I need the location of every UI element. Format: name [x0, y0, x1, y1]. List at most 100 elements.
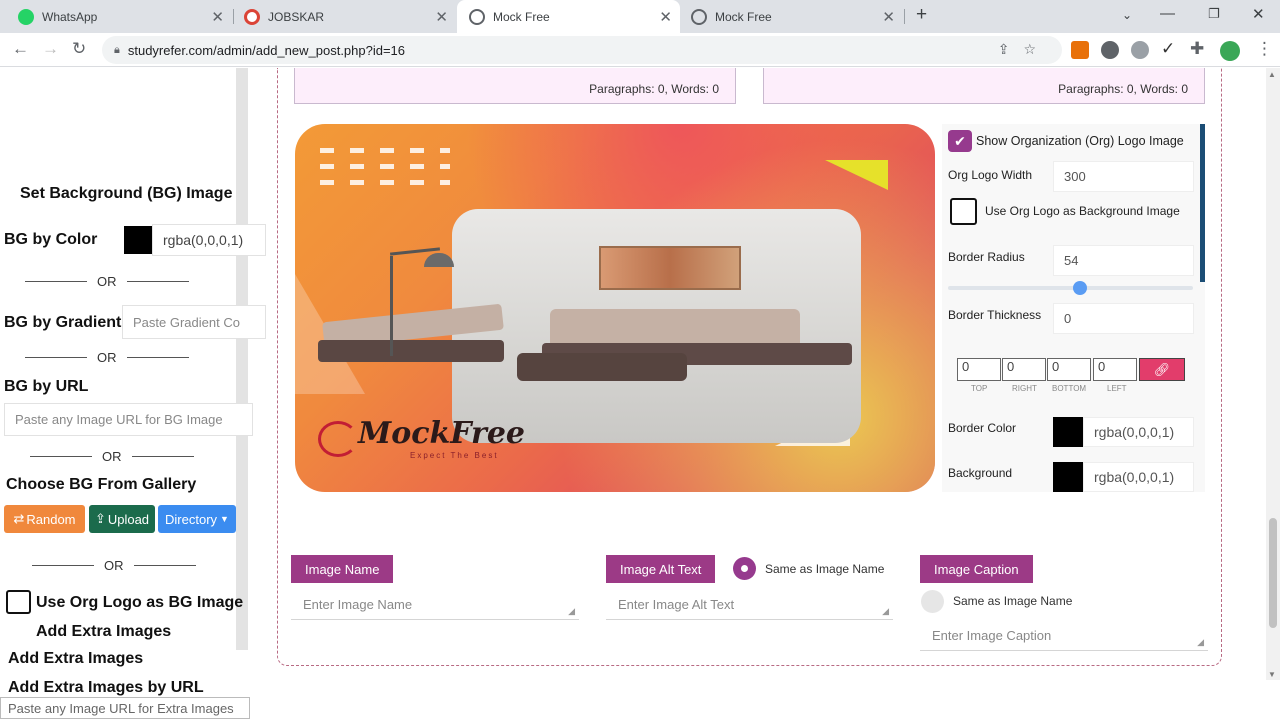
- show-org-logo-checkbox[interactable]: ✔: [948, 130, 972, 152]
- show-org-logo-label: Show Organization (Org) Logo Image: [976, 134, 1184, 148]
- window-close-icon[interactable]: ✕: [1252, 5, 1265, 23]
- or-divider: OR: [25, 274, 189, 289]
- bg-color-swatch[interactable]: [124, 226, 152, 254]
- add-extra-images-label: Add Extra Images: [8, 650, 144, 667]
- tab-title: Mock Free: [715, 9, 772, 24]
- bg-by-color-label: BG by Color: [4, 231, 98, 248]
- logo-tagline: Expect The Best: [410, 451, 499, 460]
- upload-button[interactable]: ⇪ Upload: [89, 505, 155, 533]
- bookmark-star-icon[interactable]: ☆: [1023, 41, 1050, 57]
- logo-text: MockFree: [358, 416, 526, 451]
- close-icon[interactable]: ✕: [211, 8, 224, 26]
- maximize-icon[interactable]: ❐: [1208, 6, 1220, 22]
- border-bottom-input[interactable]: 0: [1047, 358, 1091, 381]
- shuffle-icon: ⇄: [13, 511, 25, 526]
- mockfree-logo-icon: [318, 421, 358, 457]
- yellow-triangle: [825, 160, 888, 190]
- bg-url-input[interactable]: Paste any Image URL for BG Image: [4, 403, 253, 436]
- menu-icon[interactable]: ⋮: [1256, 39, 1273, 59]
- address-bar[interactable]: 🔒︎ studyrefer.com/admin/add_new_post.php…: [102, 36, 1062, 64]
- image-name-button[interactable]: Image Name: [291, 555, 394, 583]
- same-as-name-radio[interactable]: [733, 557, 756, 580]
- tab-mockfree-active[interactable]: Mock Free ✕: [457, 0, 680, 33]
- resize-grip-icon[interactable]: ◢: [1197, 637, 1204, 648]
- link-icon: 🔗︎: [1153, 362, 1171, 377]
- gear-extension-icon[interactable]: [1131, 41, 1149, 59]
- new-tab-icon[interactable]: +: [916, 4, 927, 26]
- check-extension-icon[interactable]: ✓: [1161, 39, 1175, 59]
- close-icon[interactable]: ✕: [882, 8, 895, 26]
- share-icon[interactable]: ⇪: [998, 41, 1024, 57]
- directory-button[interactable]: Directory ▼: [158, 505, 236, 533]
- image-alt-input[interactable]: Enter Image Alt Text ◢: [606, 590, 893, 620]
- org-logo-width-input[interactable]: 300: [1053, 161, 1194, 192]
- border-thickness-input[interactable]: 0: [1053, 303, 1194, 334]
- same-as-name-label: Same as Image Name: [765, 562, 885, 576]
- background-color-input[interactable]: rgba(0,0,0,1): [1083, 462, 1194, 492]
- add-extra-images-title: Add Extra Images: [36, 623, 172, 640]
- border-right-input[interactable]: 0: [1002, 358, 1046, 381]
- close-icon[interactable]: ✕: [659, 8, 672, 26]
- resize-grip-icon[interactable]: ◢: [882, 606, 889, 617]
- gradient-input[interactable]: Paste Gradient Co: [122, 305, 266, 339]
- upload-icon: ⇪: [94, 511, 106, 526]
- background-color-swatch[interactable]: [1053, 462, 1083, 492]
- background-label: Background: [948, 466, 1013, 480]
- tab-whatsapp[interactable]: WhatsApp ✕: [0, 0, 232, 33]
- border-top-input[interactable]: 0: [957, 358, 1001, 381]
- border-color-input[interactable]: rgba(0,0,0,1): [1083, 417, 1194, 447]
- tab-mockfree[interactable]: Mock Free ✕: [681, 0, 903, 33]
- tab-title: JOBSKAR: [268, 9, 325, 24]
- border-color-label: Border Color: [948, 421, 1017, 435]
- use-org-logo-bg-checkbox[interactable]: [950, 198, 977, 225]
- resize-grip-icon[interactable]: ◢: [568, 606, 575, 617]
- set-bg-title: Set Background (BG) Image: [20, 185, 233, 202]
- bg-color-input[interactable]: rgba(0,0,0,1): [152, 224, 266, 256]
- floor-lamp: [390, 256, 393, 356]
- browser-toolbar: ← → ↻ 🔒︎ studyrefer.com/admin/add_new_po…: [0, 33, 1280, 67]
- reload-icon[interactable]: ↻: [72, 39, 86, 59]
- border-radius-slider[interactable]: [948, 286, 1193, 290]
- living-room-photo: [452, 209, 861, 443]
- random-button[interactable]: ⇄ Random: [4, 505, 85, 533]
- minimize-icon[interactable]: —: [1160, 5, 1175, 22]
- image-alt-text-button[interactable]: Image Alt Text: [606, 555, 716, 583]
- scroll-down-arrow[interactable]: ▼: [1268, 670, 1276, 679]
- decorative-chevrons: [320, 148, 450, 196]
- left-panel-scrollbar[interactable]: [236, 68, 248, 650]
- chevron-down-icon: ▼: [220, 514, 229, 524]
- side-label-bottom: BOTTOM: [1052, 384, 1087, 393]
- forward-icon[interactable]: →: [42, 39, 59, 59]
- same-as-name-caption-radio[interactable]: [921, 590, 944, 613]
- border-color-swatch[interactable]: [1053, 417, 1083, 447]
- slider-knob[interactable]: [1073, 281, 1087, 295]
- whatsapp-icon: [18, 8, 34, 25]
- or-divider: OR: [32, 558, 196, 573]
- page-scrollbar[interactable]: [1266, 68, 1280, 680]
- use-org-logo-bg-label: Use Org Logo as Background Image: [985, 204, 1180, 218]
- image-caption-button[interactable]: Image Caption: [920, 555, 1033, 583]
- puzzle-icon[interactable]: ✚: [1190, 39, 1204, 59]
- extra-url-input[interactable]: Paste any Image URL for Extra Images: [0, 697, 250, 719]
- bg-by-gradient-label: BG by Gradient: [4, 314, 122, 331]
- tab-jobskar[interactable]: JOBSKAR ✕: [234, 0, 456, 33]
- scroll-up-arrow[interactable]: ▲: [1268, 70, 1276, 79]
- back-icon[interactable]: ←: [12, 39, 29, 59]
- close-icon[interactable]: ✕: [435, 8, 448, 26]
- editor-status-left: Paragraphs: 0, Words: 0: [294, 68, 736, 104]
- image-caption-input[interactable]: Enter Image Caption ◢: [920, 621, 1208, 651]
- or-divider: OR: [30, 449, 194, 464]
- tab-title: WhatsApp: [42, 9, 98, 24]
- editor-status-right: Paragraphs: 0, Words: 0: [763, 68, 1205, 104]
- link-sides-button[interactable]: 🔗︎: [1139, 358, 1185, 381]
- use-org-logo-bg-checkbox[interactable]: [6, 590, 31, 614]
- image-name-input[interactable]: Enter Image Name ◢: [291, 590, 579, 620]
- scrollbar-thumb[interactable]: [1269, 518, 1277, 628]
- panel-scrollbar-thumb[interactable]: [1200, 124, 1205, 282]
- extension-icon[interactable]: [1101, 41, 1119, 59]
- border-left-input[interactable]: 0: [1093, 358, 1137, 381]
- border-radius-input[interactable]: 54: [1053, 245, 1194, 276]
- tab-search-icon[interactable]: ⌄: [1122, 8, 1132, 22]
- rss-extension-icon[interactable]: [1071, 41, 1089, 59]
- profile-avatar[interactable]: [1220, 41, 1240, 61]
